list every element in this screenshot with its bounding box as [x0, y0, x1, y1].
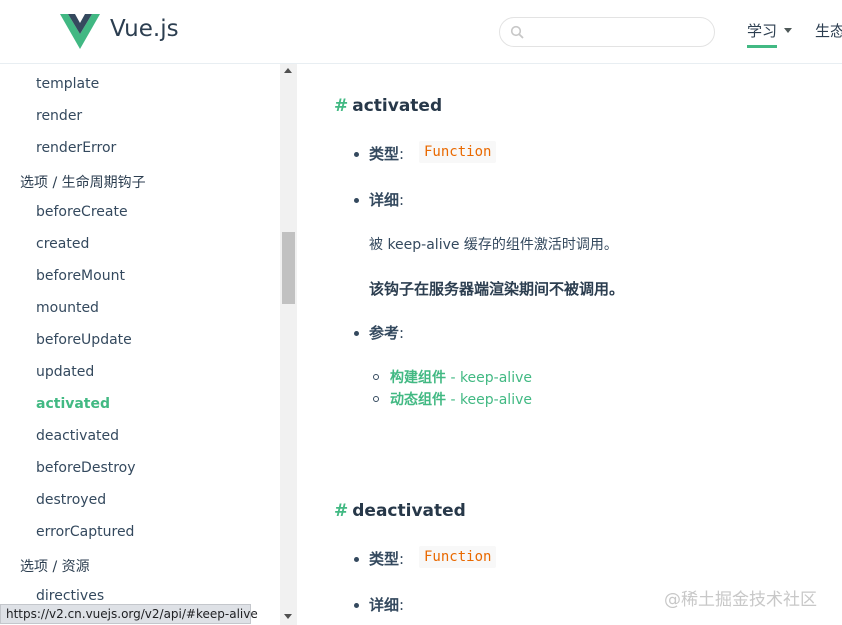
search-icon [510, 25, 524, 39]
sidebar-item-deactivated[interactable]: deactivated [36, 428, 119, 444]
link-dynamic-component[interactable]: 动态组件 - keep-alive [390, 389, 532, 409]
anchor-link[interactable]: # [334, 501, 348, 521]
sidebar-item-beforeupdate[interactable]: beforeUpdate [36, 332, 132, 348]
type-label: 类型: [369, 550, 405, 568]
sidebar-item-created[interactable]: created [36, 236, 89, 252]
sidebar-item-beforedestroy[interactable]: beforeDestroy [36, 460, 136, 476]
search-input[interactable] [530, 22, 700, 42]
sidebar-item-activated[interactable]: activated [36, 396, 110, 412]
sidebar-section-assets[interactable]: 选项 / 资源 [20, 556, 90, 576]
heading-deactivated: # deactivated [334, 501, 466, 521]
link-build-component[interactable]: 构建组件 - keep-alive [390, 367, 532, 387]
sidebar: template render renderError 选项 / 生命周期钩子 … [0, 64, 280, 625]
status-bar-url: https://v2.cn.vuejs.org/v2/api/#keep-ali… [0, 604, 258, 624]
nav-ecosystem-dropdown[interactable]: 生态 [815, 20, 842, 41]
type-label: 类型: [369, 145, 405, 163]
heading-activated: # activated [334, 96, 443, 116]
scroll-down-arrow-icon[interactable] [284, 614, 292, 619]
vue-logo-icon[interactable] [60, 14, 100, 49]
scroll-up-arrow-icon[interactable] [284, 68, 292, 73]
sidebar-section-lifecycle[interactable]: 选项 / 生命周期钩子 [20, 172, 146, 192]
search-box[interactable] [499, 17, 715, 47]
type-value-code: Function [419, 546, 497, 568]
bullet-icon [354, 603, 359, 608]
nav-learn-dropdown[interactable]: 学习 [747, 20, 778, 48]
bullet-icon [354, 557, 359, 562]
watermark: @稀土掘金技术社区 [664, 590, 817, 610]
sidebar-item-destroyed[interactable]: destroyed [36, 492, 106, 508]
anchor-link[interactable]: # [334, 96, 348, 116]
detail-text: 被 keep-alive 缓存的组件激活时调用。 [369, 237, 618, 253]
bullet-circle-icon [373, 374, 379, 380]
bullet-circle-icon [373, 396, 379, 402]
main-content: # activated 类型: Function 详细: 被 keep-alive… [298, 64, 842, 625]
sidebar-item-updated[interactable]: updated [36, 364, 94, 380]
sidebar-item-directives[interactable]: directives [36, 588, 104, 604]
sidebar-item-render[interactable]: render [36, 108, 82, 124]
sidebar-item-beforecreate[interactable]: beforeCreate [36, 204, 128, 220]
sidebar-item-rendererror[interactable]: renderError [36, 140, 116, 156]
detail-note: 该钩子在服务器端渲染期间不被调用。 [369, 280, 625, 298]
detail-label: 详细: [369, 191, 405, 209]
sidebar-scrollbar[interactable] [280, 64, 297, 625]
scrollbar-thumb[interactable] [282, 232, 295, 304]
sidebar-item-beforemount[interactable]: beforeMount [36, 268, 125, 284]
bullet-icon [354, 198, 359, 203]
type-value-code: Function [419, 141, 497, 163]
sidebar-item-errorcaptured[interactable]: errorCaptured [36, 524, 134, 540]
sidebar-item-template[interactable]: template [36, 76, 99, 92]
see-also-label: 参考: [369, 324, 405, 342]
chevron-down-icon[interactable] [784, 28, 792, 33]
brand-title[interactable]: Vue.js [110, 16, 179, 42]
bullet-icon [354, 152, 359, 157]
bullet-icon [354, 331, 359, 336]
top-header: Vue.js 学习 生态 [0, 0, 842, 64]
sidebar-item-mounted[interactable]: mounted [36, 300, 99, 316]
detail-label: 详细: [369, 596, 405, 614]
